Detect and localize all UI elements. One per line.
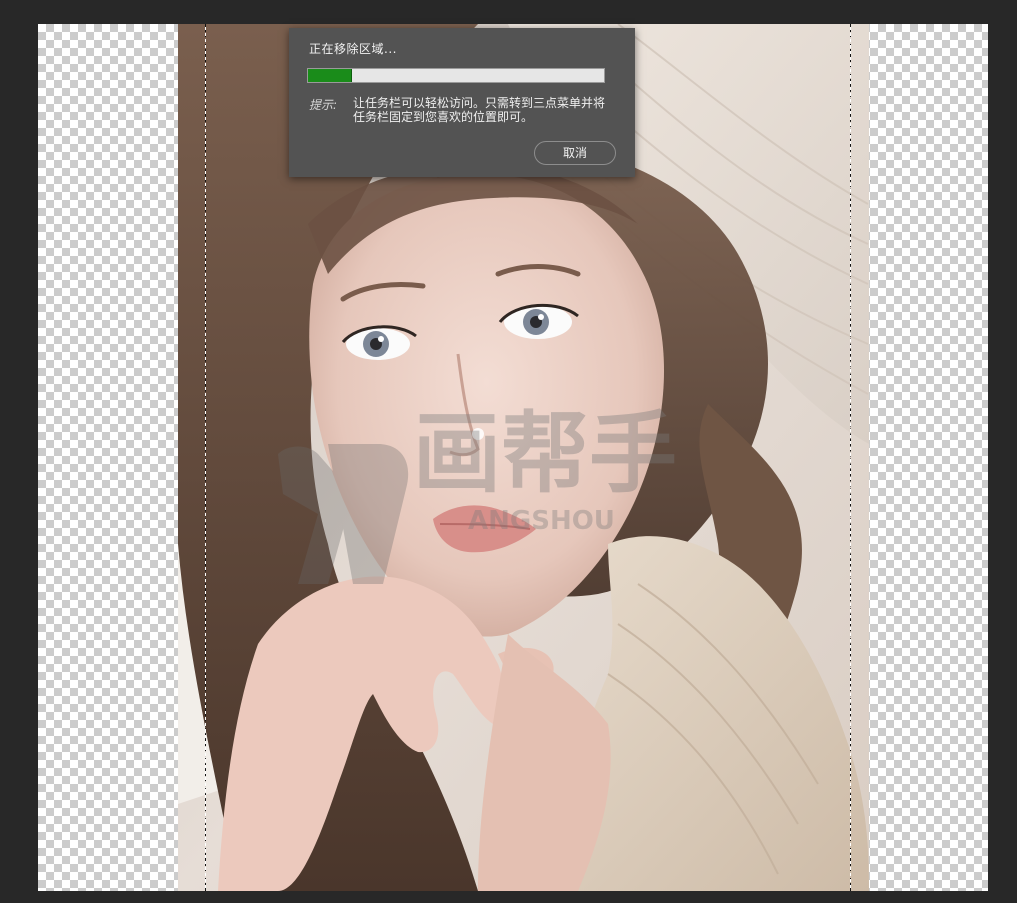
tip-label: 提示: bbox=[309, 98, 338, 112]
photoshop-workspace: 画帮手 ANGSHOU 正在移除区域... 提示: 让任务栏可以轻松访问。只需转… bbox=[0, 0, 1017, 903]
tip-text: 让任务栏可以轻松访问。只需转到三点菜单并将任务栏固定到您喜欢的位置即可。 bbox=[353, 96, 606, 124]
cancel-button[interactable]: 取消 bbox=[534, 141, 616, 165]
selection-marquee-left bbox=[205, 24, 206, 891]
progress-dialog: 正在移除区域... 提示: 让任务栏可以轻松访问。只需转到三点菜单并将任务栏固定… bbox=[289, 28, 635, 177]
progress-bar bbox=[307, 68, 605, 83]
watermark-text: 画帮手 bbox=[413, 402, 677, 505]
selection-marquee-right bbox=[850, 24, 851, 891]
dialog-title: 正在移除区域... bbox=[309, 42, 397, 56]
progress-bar-fill bbox=[308, 69, 353, 82]
watermark-subtext: ANGSHOU bbox=[468, 506, 615, 536]
